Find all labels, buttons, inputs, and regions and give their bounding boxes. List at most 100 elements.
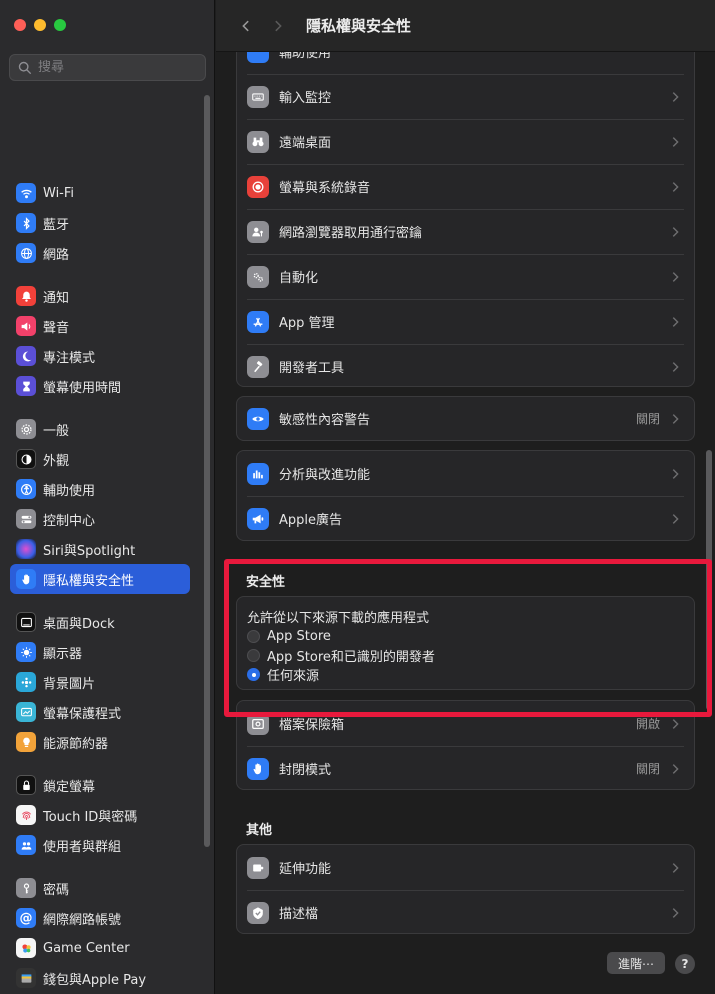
radio-anywhere[interactable]: 任何來源	[247, 665, 694, 684]
row-sensitive-content[interactable]: 敏感性內容警告 關閉	[237, 397, 694, 440]
back-button[interactable]	[236, 16, 256, 36]
sidebar-item-touch-id[interactable]: Touch ID與密碼	[10, 800, 190, 830]
search-input[interactable]	[38, 60, 188, 75]
sidebar-item-control-center[interactable]: 控制中心	[10, 504, 190, 534]
radio-button[interactable]	[247, 630, 260, 643]
radio-app-store-identified[interactable]: App Store和已識別的開發者	[247, 646, 694, 665]
chevron-right-icon	[672, 513, 679, 524]
keyboard-icon	[247, 85, 269, 108]
security-heading: 安全性	[246, 575, 286, 590]
sidebar-item-screensaver[interactable]: 螢幕保護程式	[10, 697, 190, 727]
main-scrollbar[interactable]	[706, 450, 712, 710]
page-title: 隱私權與安全性	[306, 17, 412, 35]
row-developer-tools[interactable]: 開發者工具	[237, 344, 694, 389]
sidebar-item-wifi[interactable]: Wi-Fi	[10, 178, 190, 208]
sun-icon	[16, 642, 36, 662]
person-key-icon	[247, 220, 269, 243]
fingerprint-icon	[16, 805, 36, 825]
help-button[interactable]: ?	[675, 954, 695, 974]
sidebar-item-label: 顯示器	[43, 646, 83, 662]
sidebar-item-label: 密碼	[43, 882, 70, 898]
row-label: 封閉模式	[279, 763, 332, 778]
row-profiles[interactable]: 描述檔	[237, 890, 694, 935]
row-remote-desktop[interactable]: 遠端桌面	[237, 119, 694, 164]
row-extensions[interactable]: 延伸功能	[237, 845, 694, 890]
sidebar-item-siri[interactable]: Siri與Spotlight	[10, 534, 190, 564]
sidebar-item-notifications[interactable]: 通知	[10, 281, 190, 311]
row-lockdown-mode[interactable]: 封閉模式 關閉	[237, 746, 694, 791]
row-apple-ads[interactable]: Apple廣告	[237, 496, 694, 541]
sidebar-item-label: 背景圖片	[43, 676, 96, 692]
sidebar-item-accessibility[interactable]: 輔助使用	[10, 474, 190, 504]
hand-icon	[16, 569, 36, 589]
chevron-right-icon	[672, 907, 679, 918]
search-field[interactable]	[9, 54, 206, 81]
sidebar-item-sound[interactable]: 聲音	[10, 311, 190, 341]
sidebar: Wi-Fi 藍牙 網路 通知 聲音 專注模式 螢幕使用時間 一般	[0, 0, 215, 994]
chevron-right-icon	[672, 136, 679, 147]
sidebar-item-general[interactable]: 一般	[10, 414, 190, 444]
wifi-icon	[16, 183, 36, 203]
sidebar-item-users-groups[interactable]: 使用者與群組	[10, 830, 190, 860]
bluetooth-icon	[16, 213, 36, 233]
chevron-right-icon	[672, 91, 679, 102]
row-browser-passkeys[interactable]: 網路瀏覽器取用通行密鑰	[237, 209, 694, 254]
sidebar-item-passwords[interactable]: 密碼	[10, 873, 190, 903]
zoom-window-button[interactable]	[54, 19, 66, 31]
app-store-icon	[247, 310, 269, 333]
sidebar-item-energy-saver[interactable]: 能源節約器	[10, 727, 190, 757]
sidebar-item-privacy-security[interactable]: 隱私權與安全性	[10, 564, 190, 594]
speaker-icon	[16, 316, 36, 336]
row-label: 敏感性內容警告	[279, 413, 371, 428]
radio-app-store[interactable]: App Store	[247, 627, 694, 646]
sidebar-item-network[interactable]: 網路	[10, 238, 190, 268]
row-automation[interactable]: 自動化	[237, 254, 694, 299]
close-window-button[interactable]	[14, 19, 26, 31]
appearance-icon	[16, 449, 36, 469]
sidebar-item-desktop-dock[interactable]: 桌面與Dock	[10, 607, 190, 637]
radio-button-selected[interactable]	[247, 668, 260, 681]
advanced-button[interactable]: 進階⋯	[607, 952, 665, 974]
chevron-right-icon	[672, 361, 679, 372]
radio-button[interactable]	[247, 649, 260, 662]
sidebar-item-label: 桌面與Dock	[43, 616, 115, 632]
row-input-monitoring[interactable]: 輸入監控	[237, 74, 694, 119]
sidebar-item-wallet[interactable]: 錢包與Apple Pay	[10, 963, 190, 993]
row-app-management[interactable]: App 管理	[237, 299, 694, 344]
gears-icon	[247, 265, 269, 288]
filevault-icon	[247, 712, 269, 735]
sidebar-item-game-center[interactable]: Game Center	[10, 933, 190, 963]
sidebar-item-bluetooth[interactable]: 藍牙	[10, 208, 190, 238]
chevron-right-icon	[672, 862, 679, 873]
sidebar-item-focus[interactable]: 專注模式	[10, 341, 190, 371]
forward-button[interactable]	[268, 16, 288, 36]
analytics-group: 分析與改進功能 Apple廣告	[236, 450, 695, 541]
sidebar-item-screen-time[interactable]: 螢幕使用時間	[10, 371, 190, 401]
minimize-window-button[interactable]	[34, 19, 46, 31]
sidebar-item-wallpaper[interactable]: 背景圖片	[10, 667, 190, 697]
row-analytics[interactable]: 分析與改進功能	[237, 451, 694, 496]
row-filevault[interactable]: 檔案保險箱 開啟	[237, 701, 694, 746]
bulb-icon	[16, 732, 36, 752]
row-label: 檔案保險箱	[279, 718, 345, 733]
allow-apps-group: 允許從以下來源下載的應用程式 App Store App Store和已識別的開…	[236, 596, 695, 690]
sidebar-item-label: 控制中心	[43, 513, 96, 529]
window-controls	[14, 19, 66, 31]
sidebar-item-appearance[interactable]: 外觀	[10, 444, 190, 474]
record-icon	[247, 175, 269, 198]
sidebar-scrollbar[interactable]	[204, 95, 210, 847]
sidebar-item-lock-screen[interactable]: 鎖定螢幕	[10, 770, 190, 800]
sidebar-item-label: 螢幕使用時間	[43, 380, 122, 396]
sidebar-item-label: 使用者與群組	[43, 839, 122, 855]
privacy-permissions-group: 輔助使用 輸入監控 遠端桌面 螢幕與系統錄音 網路瀏覽器取用通行密鑰 自動化 A…	[236, 28, 695, 387]
eye-icon	[247, 407, 269, 430]
row-screen-recording[interactable]: 螢幕與系統錄音	[237, 164, 694, 209]
security-group: 檔案保險箱 開啟 封閉模式 關閉	[236, 700, 695, 790]
sidebar-item-displays[interactable]: 顯示器	[10, 637, 190, 667]
row-label: 網路瀏覽器取用通行密鑰	[279, 226, 423, 241]
moon-icon	[16, 346, 36, 366]
sidebar-item-internet-accounts[interactable]: @ 網際網路帳號	[10, 903, 190, 933]
other-group: 延伸功能 描述檔	[236, 844, 695, 934]
row-label: App 管理	[279, 316, 335, 331]
row-label: 自動化	[279, 271, 319, 286]
